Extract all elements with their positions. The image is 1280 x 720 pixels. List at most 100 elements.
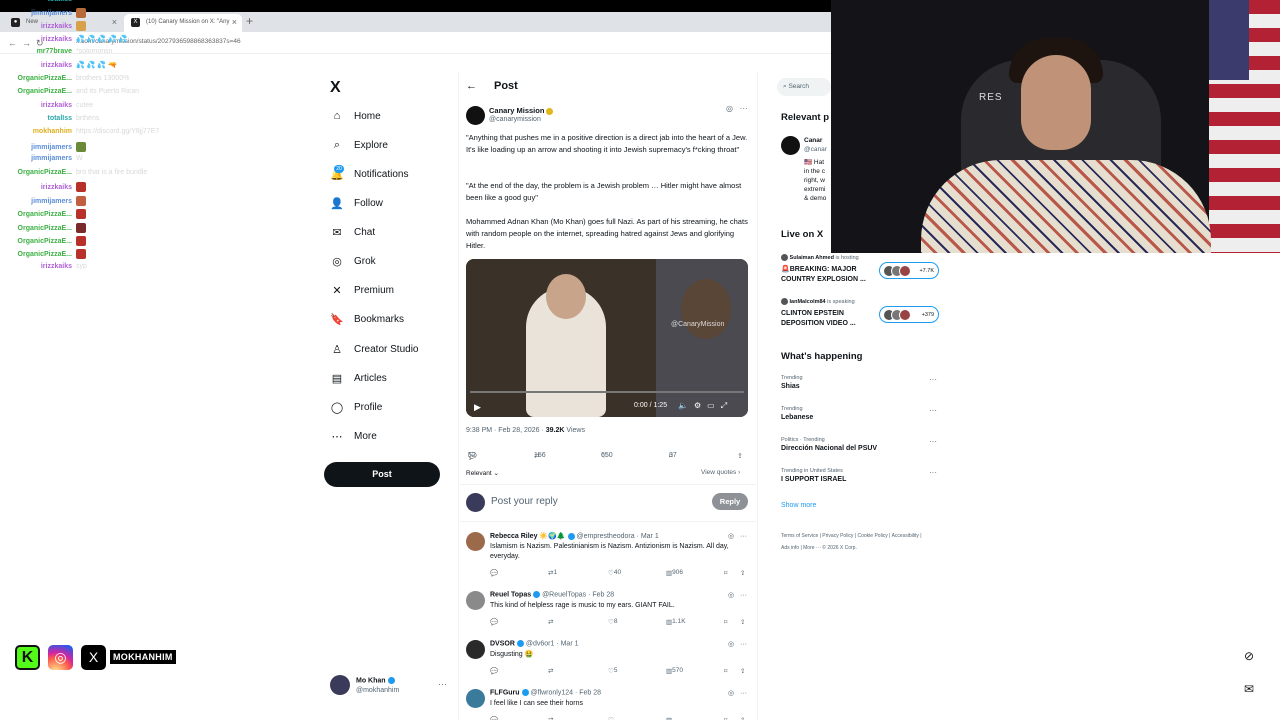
sidebar-item-home[interactable]: ⌂ Home: [330, 105, 381, 127]
bookmark-icon[interactable]: ⌑: [724, 667, 727, 675]
reply-header: FLFGuru @flwronly124 · Feb 28: [490, 689, 602, 697]
sidebar-item-premium[interactable]: ✕ Premium: [330, 279, 394, 301]
sidebar-item-creator-studio[interactable]: ♙ Creator Studio: [330, 338, 418, 360]
bookmark-icon[interactable]: ⌑: [724, 716, 727, 720]
views-action[interactable]: ▥ 1.1K: [666, 618, 686, 626]
repost-action[interactable]: ⇄: [548, 716, 553, 720]
share-icon[interactable]: ⇪: [740, 618, 745, 626]
sidebar-item-explore[interactable]: ⌕ Explore: [330, 134, 388, 156]
view-quotes-link[interactable]: View quotes ›: [701, 469, 740, 476]
grok-icon[interactable]: ◎: [728, 641, 734, 648]
x-logo-icon[interactable]: X: [330, 79, 341, 97]
volume-icon[interactable]: 🔈: [678, 401, 694, 410]
sidebar-item-chat[interactable]: ✉ Chat: [330, 221, 375, 243]
views-action[interactable]: ▥: [666, 716, 672, 720]
reply-button[interactable]: Reply: [712, 493, 748, 510]
repost-action[interactable]: ⇄: [548, 667, 553, 675]
reply-icon[interactable]: 💬: [490, 569, 498, 577]
more-icon[interactable]: ···: [740, 690, 747, 697]
more-icon[interactable]: ···: [929, 375, 937, 384]
footer-links[interactable]: Terms of Service | Privacy Policy | Cook…: [781, 530, 931, 554]
grok-icon[interactable]: ◎: [726, 104, 733, 113]
share-icon[interactable]: ⇪: [740, 667, 745, 675]
share-icon[interactable]: ⇪: [737, 452, 743, 460]
video-player[interactable]: @CanaryMission ▶ 0:00 / 1:25 🔈⚙▭⤢: [466, 259, 748, 417]
sidebar-item-profile[interactable]: ◯ Profile: [330, 396, 383, 418]
grok-icon[interactable]: ◎: [728, 690, 734, 697]
grok-icon[interactable]: ◎: [728, 592, 734, 599]
live-listeners-pill[interactable]: +7.7K: [879, 262, 939, 279]
play-icon[interactable]: ▶: [474, 402, 481, 413]
author-name[interactable]: Canary Mission: [489, 106, 554, 115]
pip-icon[interactable]: ▭: [707, 401, 721, 410]
more-icon[interactable]: ···: [929, 406, 937, 415]
like-action[interactable]: ♡ 5: [608, 667, 617, 675]
trend-item[interactable]: Trending Shias ···: [781, 375, 941, 390]
verified-icon: [546, 107, 554, 115]
kick-logo-icon: K: [15, 645, 40, 670]
live-item[interactable]: IanMalcolm84 is speaking CLINTON EPSTEIN …: [781, 298, 941, 329]
more-icon[interactable]: ···: [929, 437, 937, 446]
divider: [460, 484, 756, 485]
trend-item[interactable]: Politics · Trending Dirección Nacional de…: [781, 437, 941, 452]
browser-tab-active[interactable]: X (10) Canary Mission on X: "Any ×: [124, 14, 242, 32]
chat-username: OrganicPizzaE...: [17, 210, 72, 218]
more-icon[interactable]: ···: [438, 679, 447, 689]
trend-item[interactable]: Trending Lebanese ···: [781, 406, 941, 421]
avatar[interactable]: [466, 591, 485, 610]
sidebar-item-bookmarks[interactable]: 🔖 Bookmarks: [330, 308, 404, 330]
live-item[interactable]: Sulaiman Ahmed is hosting 🚨BREAKING: MAJO…: [781, 254, 941, 285]
top-strip: [0, 0, 831, 12]
chat-message: irizzkaiks: [4, 21, 90, 31]
trend-item[interactable]: Trending in United States I SUPPORT ISRAE…: [781, 468, 941, 483]
like-action[interactable]: ♡ 8: [608, 618, 617, 626]
more-icon[interactable]: ···: [740, 104, 748, 113]
profile-icon: ◯: [330, 401, 344, 414]
share-icon[interactable]: ⇪: [740, 569, 745, 577]
reply-icon[interactable]: 💬: [490, 667, 498, 675]
live-listeners-pill[interactable]: +379: [879, 306, 939, 323]
avatar[interactable]: [466, 640, 485, 659]
author-handle[interactable]: @canarymission: [489, 116, 541, 123]
more-icon[interactable]: ···: [740, 592, 747, 599]
sidebar-item-articles[interactable]: ▤ Articles: [330, 367, 387, 389]
sidebar-item-grok[interactable]: ◎ Grok: [330, 250, 375, 272]
more-icon[interactable]: ···: [929, 468, 937, 477]
bookmark-icon[interactable]: ⌑: [724, 569, 727, 577]
avatar[interactable]: [466, 689, 485, 708]
show-more-link[interactable]: Show more: [781, 502, 816, 509]
chat-message: OrganicPizzaE...: [4, 223, 90, 233]
video-scrubber[interactable]: [470, 391, 744, 393]
more-icon[interactable]: ···: [740, 641, 747, 648]
repost-action[interactable]: ⇄ 1: [548, 569, 557, 577]
views-action[interactable]: ▥ 906: [666, 569, 683, 577]
sidebar-item-follow[interactable]: 👤 Follow: [330, 192, 383, 214]
reply-icon[interactable]: 💬: [490, 618, 498, 626]
close-icon[interactable]: ×: [112, 17, 117, 27]
avatar[interactable]: [466, 532, 485, 551]
like-action[interactable]: ♡: [608, 716, 614, 720]
sidebar-item-more[interactable]: ⋯ More: [330, 425, 377, 447]
author-avatar[interactable]: [466, 106, 485, 125]
bookmark-icon[interactable]: ⌑: [724, 618, 727, 626]
mail-icon[interactable]: ✉: [1238, 678, 1260, 700]
close-icon[interactable]: ×: [232, 17, 237, 27]
repost-action[interactable]: ⇄: [548, 618, 553, 626]
new-tab-icon[interactable]: +: [246, 14, 253, 28]
settings-icon[interactable]: ⚙: [694, 401, 707, 410]
reply-input[interactable]: Post your reply: [491, 496, 558, 507]
views-action[interactable]: ▥ 570: [666, 667, 683, 675]
grok-icon[interactable]: ⊘: [1238, 645, 1260, 667]
fullscreen-icon[interactable]: ⤢: [721, 401, 733, 410]
reply-icon[interactable]: 💬: [490, 716, 498, 720]
search-input[interactable]: ⌕ Search: [777, 78, 831, 96]
account-switcher[interactable]: Mo Khan @mokhanhim ···: [330, 675, 450, 699]
post-button[interactable]: Post: [324, 462, 440, 487]
back-arrow-icon[interactable]: ←: [466, 80, 477, 92]
like-action[interactable]: ♡ 40: [608, 569, 621, 577]
chat-text: W: [76, 155, 83, 162]
more-icon[interactable]: ···: [740, 533, 747, 540]
share-icon[interactable]: ⇪: [740, 716, 745, 720]
grok-icon[interactable]: ◎: [728, 533, 734, 540]
sort-relevant-dropdown[interactable]: Relevant ⌄: [466, 469, 499, 477]
